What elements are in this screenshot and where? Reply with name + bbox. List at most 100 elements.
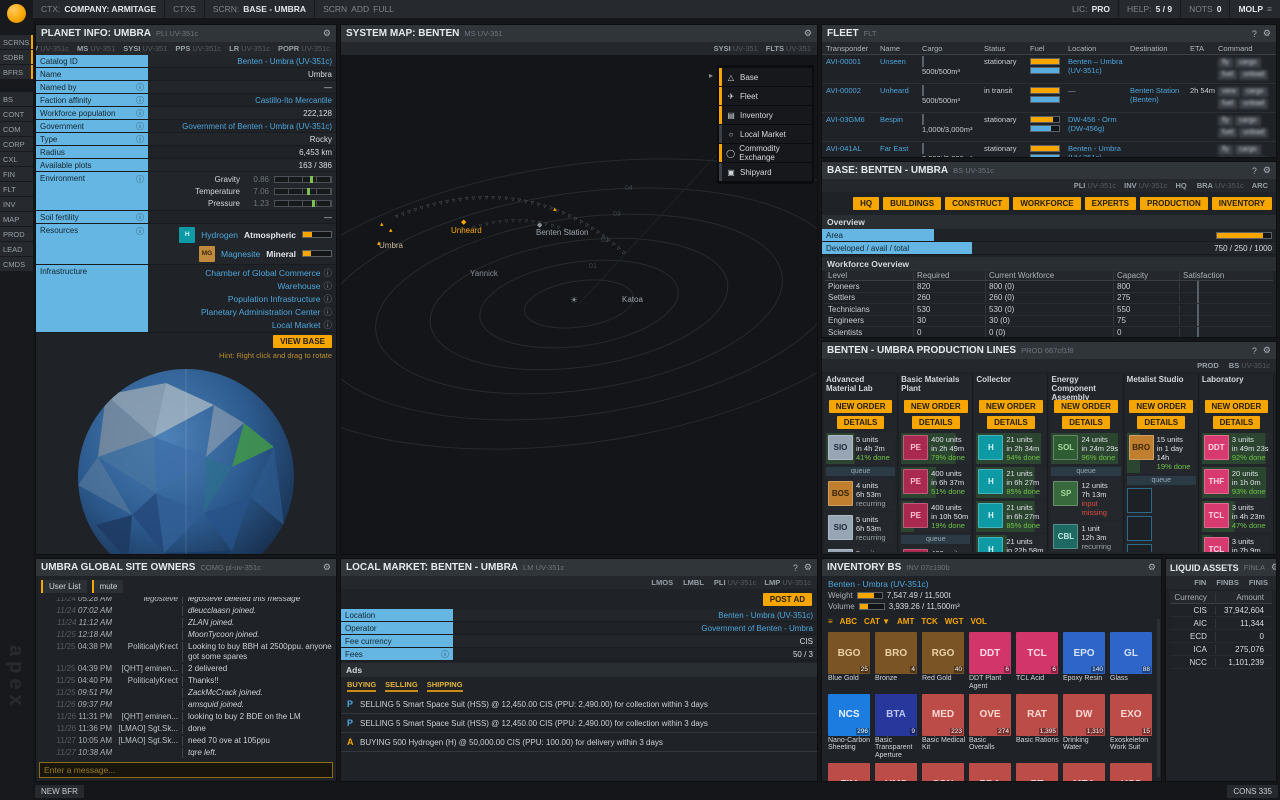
help-icon[interactable]: ? <box>1252 29 1257 39</box>
ad-filter-tab[interactable]: SHIPPING <box>427 680 463 692</box>
sidebar-item[interactable]: LEAD <box>0 242 33 256</box>
legend-item[interactable]: ▣ Shipyard <box>719 163 812 181</box>
chat-message-list[interactable]: 11/24 03:50 AM CorgisPlayas joined. 11/2… <box>36 597 336 759</box>
ship-command-button[interactable]: unload <box>1239 70 1268 80</box>
production-order-card[interactable]: BOS 4 units 6h 53m recurring <box>826 479 895 510</box>
infrastructure-link[interactable]: Warehouse ⓘ <box>148 279 336 292</box>
material-tile[interactable]: EXO 15 <box>1110 694 1152 736</box>
base-action-button[interactable]: EXPERTS <box>1085 197 1136 210</box>
production-order-card[interactable]: DDT 3 units in 49m 23s 92% done <box>1202 433 1271 464</box>
ship-name-link[interactable]: Unseen <box>880 58 922 67</box>
gear-icon[interactable]: ⚙ <box>323 28 331 39</box>
ship-command-button[interactable]: cargo <box>1235 116 1261 126</box>
map-body-label[interactable]: Katoa <box>622 295 643 304</box>
ship-name-link[interactable]: Bespin <box>880 116 922 125</box>
panel-tab[interactable]: SYSIUV-351 <box>714 44 758 53</box>
transponder-link[interactable]: AVI-041AL <box>826 145 880 154</box>
production-order-card[interactable]: PE 400 units in 2h 49m 79% done <box>901 433 970 464</box>
info-icon[interactable]: ⓘ <box>323 267 332 279</box>
sort-option[interactable]: VOL <box>970 617 986 626</box>
legend-item[interactable]: ▤ Inventory <box>719 106 812 124</box>
new-order-button[interactable]: NEW ORDER <box>829 400 893 413</box>
legend-item[interactable]: ◯ Commodity Exchange <box>719 144 812 162</box>
help-icon[interactable]: ? <box>1252 166 1257 176</box>
ship-command-button[interactable]: cargo <box>1235 58 1261 68</box>
ship-command-button[interactable]: fly <box>1218 58 1233 68</box>
new-order-button[interactable]: NEW ORDER <box>1054 400 1118 413</box>
material-tile[interactable]: RAT 1,395 <box>1016 694 1058 736</box>
production-order-card[interactable]: PE 400 units in 10h 50m 19% done <box>901 501 970 532</box>
new-order-button[interactable]: NEW ORDER <box>1129 400 1193 413</box>
material-tile[interactable]: SCN <box>922 763 964 781</box>
gear-icon[interactable]: ⚙ <box>1263 28 1271 39</box>
sidebar-item[interactable]: FLT <box>0 182 33 196</box>
map-marker-icon[interactable]: ▴ <box>380 220 384 228</box>
panel-tab[interactable]: MSUV-351 <box>77 44 115 53</box>
context-group[interactable]: CTX: COMPANY: ARMITAGE <box>33 0 165 18</box>
material-tile[interactable]: EPO 140 <box>1063 632 1105 674</box>
ship-command-button[interactable]: cargo <box>1235 145 1261 155</box>
menu-icon[interactable]: ≡ <box>1267 4 1272 14</box>
market-ad-row[interactable]: P SELLING 5 Smart Space Suit (HSS) @ 12,… <box>341 714 817 733</box>
notifications-indicator[interactable]: NOTS0 <box>1181 0 1230 18</box>
help-icon[interactable]: ? <box>1252 346 1257 356</box>
material-tile[interactable]: HSS <box>1110 763 1152 781</box>
new-order-button[interactable]: NEW ORDER <box>979 400 1043 413</box>
production-order-card[interactable]: H 21 units in 6h 27m 85% done <box>976 501 1045 532</box>
ship-command-button[interactable]: fuel <box>1218 70 1237 80</box>
scrn-value[interactable]: BASE - UMBRA <box>243 4 306 14</box>
ad-filter-tab[interactable]: SELLING <box>385 680 418 692</box>
material-tile[interactable]: BRO 4 <box>875 632 917 674</box>
ship-command-button[interactable]: cargo <box>1242 87 1268 97</box>
details-button[interactable]: DETAILS <box>1062 416 1110 429</box>
sidebar-item[interactable]: CMDS <box>0 257 33 271</box>
location-link[interactable]: Benten - Umbra (UV-351c) <box>1068 145 1130 157</box>
gear-icon[interactable]: ⚙ <box>804 28 812 39</box>
sidebar-item[interactable]: CORP <box>0 137 33 151</box>
panel-tab[interactable]: LMOS <box>651 578 675 587</box>
empty-order-slot[interactable] <box>1127 488 1152 513</box>
full-button[interactable]: FULL <box>373 4 394 14</box>
ship-command-button[interactable]: fly <box>1218 116 1233 126</box>
ship-command-button[interactable]: fuel <box>1218 99 1237 109</box>
sort-option[interactable]: CAT ▼ <box>864 617 890 626</box>
info-icon[interactable]: ⓘ <box>323 280 332 292</box>
message-user[interactable]: legosteve <box>116 597 178 604</box>
new-buffer-button[interactable]: NEW BFR <box>35 785 84 798</box>
empty-order-slot[interactable] <box>1127 516 1152 541</box>
details-button[interactable]: DETAILS <box>987 416 1035 429</box>
map-marker-icon[interactable]: ◆ <box>461 218 466 226</box>
info-icon[interactable]: ⓘ <box>136 134 144 145</box>
production-order-card[interactable]: SIO 5 units in 4h 2m 41% done <box>826 433 895 464</box>
gear-icon[interactable]: ⚙ <box>1263 165 1271 176</box>
gear-icon[interactable]: ⚙ <box>1263 345 1271 356</box>
gear-icon[interactable]: ⚙ <box>323 562 331 573</box>
cons-indicator[interactable]: CONS 335 <box>1227 785 1278 798</box>
material-tile[interactable]: PT <box>1016 763 1058 781</box>
post-ad-button[interactable]: POST AD <box>763 593 812 606</box>
material-tile[interactable]: HMS <box>875 763 917 781</box>
details-button[interactable]: DETAILS <box>912 416 960 429</box>
message-user[interactable]: [QHT] eminen... <box>116 664 178 674</box>
info-icon[interactable]: ⓘ <box>136 108 144 119</box>
material-tile[interactable]: GL 88 <box>1110 632 1152 674</box>
empty-order-slot[interactable] <box>1127 544 1152 552</box>
material-tile[interactable]: MEA <box>1063 763 1105 781</box>
message-user[interactable]: [LMAO] Sgt.Sk... <box>116 724 178 734</box>
message-user[interactable]: [LMAO] Sgt.Sk... <box>116 736 178 746</box>
sort-list-icon[interactable]: ≡ <box>828 617 833 626</box>
panel-tab[interactable]: BRAUV-351c <box>1197 181 1244 190</box>
base-action-button[interactable]: HQ <box>853 197 879 210</box>
scrn-button[interactable]: SCRN <box>323 4 347 14</box>
panel-tab[interactable]: PROD <box>1197 361 1221 370</box>
location-link[interactable]: Benten – Umbra (UV-351c) <box>1068 58 1130 75</box>
location-link[interactable]: — <box>1068 87 1130 96</box>
panel-tab[interactable]: LMBL <box>683 578 706 587</box>
material-tile[interactable]: OVE 274 <box>969 694 1011 736</box>
system-map-canvas[interactable]: ▿▿▿▿▿▿▿▿▿▿▿▿▿▿▿▿▿▿▿▿▿▿▿▿▿▿▿▿▿▿▿▿▿▿▿▿▿▿ ▿… <box>341 55 817 554</box>
sort-option[interactable]: AMT <box>897 617 914 626</box>
panel-tab[interactable]: FINIS <box>1249 578 1270 587</box>
panel-tab[interactable]: PLIUV-351c <box>1074 181 1116 190</box>
add-button[interactable]: ADD <box>351 4 369 14</box>
panel-tab[interactable]: INVUV-351c <box>1124 181 1167 190</box>
